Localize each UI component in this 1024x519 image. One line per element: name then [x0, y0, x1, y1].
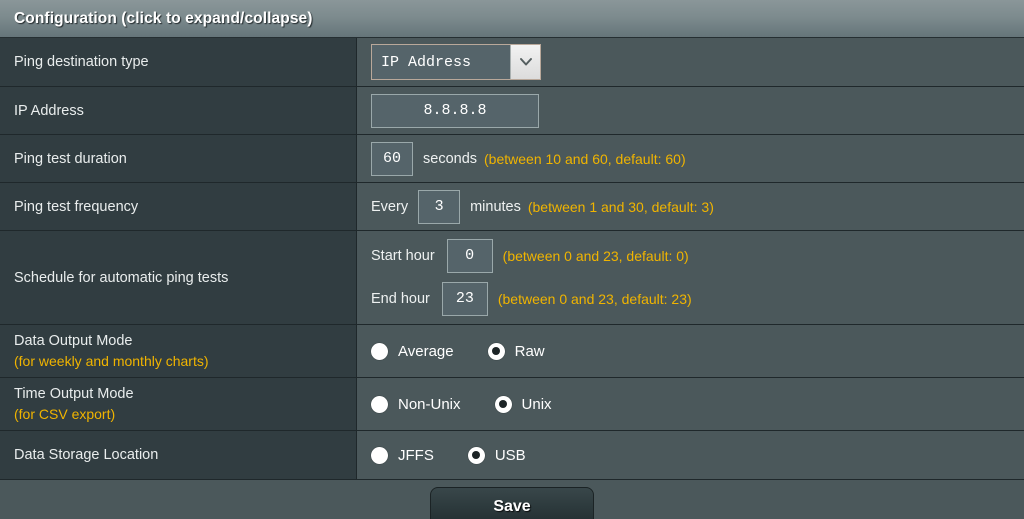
value-cell-time-output-mode: Non-Unix Unix [357, 378, 1024, 430]
data-output-mode-sublabel: (for weekly and monthly charts) [14, 353, 209, 369]
data-output-mode-label: Data Output Mode [14, 333, 133, 349]
table-row-ip-address: IP Address 8.8.8.8 [0, 87, 1024, 135]
value-cell-data-output-mode: Average Raw [357, 325, 1024, 377]
end-hour-input[interactable]: 23 [441, 282, 488, 316]
radio-icon-checked [487, 342, 505, 360]
schedule-label: Schedule for automatic ping tests [14, 269, 229, 286]
time-output-mode-sublabel: (for CSV export) [14, 406, 116, 422]
destination-type-selected-value: IP Address [381, 53, 472, 71]
label-cell-ip-address: IP Address [0, 87, 357, 134]
frequency-prefix-label: Every [371, 198, 409, 215]
table-row-duration: Ping test duration 60 seconds (between 1… [0, 135, 1024, 183]
value-cell-ip-address: 8.8.8.8 [357, 87, 1024, 134]
table-row-frequency: Ping test frequency Every 3 minutes (bet… [0, 183, 1024, 231]
label-cell-storage-location: Data Storage Location [0, 431, 357, 479]
ip-address-input[interactable]: 8.8.8.8 [371, 93, 539, 128]
panel-footer: Save [0, 480, 1024, 519]
radio-storage-jffs[interactable]: JFFS [371, 446, 434, 464]
radio-storage-usb[interactable]: USB [467, 446, 526, 464]
page-title: Configuration (click to expand/collapse) [14, 9, 313, 27]
value-cell-destination-type: IP Address [357, 38, 1024, 86]
label-cell-data-output-mode: Data Output Mode (for weekly and monthly… [0, 325, 357, 377]
destination-type-line: IP Address [371, 44, 1024, 80]
radio-icon-unchecked [371, 395, 388, 413]
duration-line: 60 seconds (between 10 and 60, default: … [371, 141, 1024, 176]
frequency-unit-label: minutes [470, 198, 521, 215]
time-output-mode-label: Time Output Mode [14, 386, 134, 402]
radio-icon-unchecked [371, 446, 388, 464]
frequency-label: Ping test frequency [14, 198, 139, 215]
label-cell-schedule: Schedule for automatic ping tests [0, 231, 357, 324]
duration-input[interactable]: 60 [371, 141, 413, 176]
radio-data-output-raw[interactable]: Raw [487, 342, 545, 360]
radio-label-jffs: JFFS [398, 446, 434, 464]
table-row-schedule: Schedule for automatic ping tests Start … [0, 231, 1024, 325]
configuration-header[interactable]: Configuration (click to expand/collapse) [0, 0, 1024, 38]
table-row-storage-location: Data Storage Location JFFS USB [0, 431, 1024, 479]
configuration-panel: Configuration (click to expand/collapse)… [0, 0, 1024, 519]
duration-unit-label: seconds [423, 150, 478, 167]
value-cell-storage-location: JFFS USB [357, 431, 1024, 479]
destination-type-select[interactable]: IP Address [371, 44, 541, 80]
radio-label-average: Average [398, 342, 454, 360]
radio-data-output-average[interactable]: Average [371, 342, 454, 360]
start-hour-label: Start hour [371, 248, 435, 264]
destination-type-label: Ping destination type [14, 54, 149, 70]
storage-location-label: Data Storage Location [14, 447, 159, 463]
ip-address-line: 8.8.8.8 [371, 93, 1024, 128]
chevron-down-icon[interactable] [510, 45, 540, 79]
save-button[interactable]: Save [430, 486, 594, 519]
value-cell-schedule: Start hour 0 (between 0 and 23, default:… [357, 231, 1024, 324]
data-output-mode-radio-group: Average Raw [371, 342, 1024, 360]
frequency-hint: (between 1 and 30, default: 3) [527, 198, 714, 215]
table-row-destination-type: Ping destination type IP Address [0, 38, 1024, 87]
value-cell-frequency: Every 3 minutes (between 1 and 30, defau… [357, 183, 1024, 230]
label-cell-destination-type: Ping destination type [0, 38, 357, 86]
label-cell-frequency: Ping test frequency [0, 183, 357, 230]
storage-location-radio-group: JFFS USB [371, 446, 1024, 464]
radio-icon-unchecked [371, 342, 388, 360]
schedule-start-line: Start hour 0 (between 0 and 23, default:… [371, 239, 1024, 273]
label-cell-time-output-mode: Time Output Mode (for CSV export) [0, 378, 357, 430]
table-row-time-output-mode: Time Output Mode (for CSV export) Non-Un… [0, 378, 1024, 431]
end-hour-hint: (between 0 and 23, default: 23) [497, 291, 692, 307]
time-output-mode-radio-group: Non-Unix Unix [371, 395, 1024, 413]
configuration-table: Ping destination type IP Address IP Addr… [0, 38, 1024, 480]
start-hour-hint: (between 0 and 23, default: 0) [502, 248, 689, 264]
radio-icon-checked [467, 446, 485, 464]
radio-time-output-unix[interactable]: Unix [494, 395, 552, 413]
table-row-data-output-mode: Data Output Mode (for weekly and monthly… [0, 325, 1024, 378]
duration-hint: (between 10 and 60, default: 60) [484, 150, 686, 167]
end-hour-label: End hour [371, 291, 430, 307]
radio-icon-checked [494, 395, 512, 413]
duration-label: Ping test duration [14, 150, 127, 167]
frequency-line: Every 3 minutes (between 1 and 30, defau… [371, 189, 1024, 224]
start-hour-input[interactable]: 0 [446, 239, 493, 273]
frequency-input[interactable]: 3 [418, 189, 461, 224]
value-cell-duration: 60 seconds (between 10 and 60, default: … [357, 135, 1024, 182]
label-cell-duration: Ping test duration [0, 135, 357, 182]
radio-label-unix: Unix [521, 395, 552, 413]
ip-address-label: IP Address [14, 102, 84, 119]
schedule-end-line: End hour 23 (between 0 and 23, default: … [371, 282, 1024, 316]
radio-label-usb: USB [494, 446, 526, 464]
radio-time-output-non-unix[interactable]: Non-Unix [371, 395, 461, 413]
radio-label-non-unix: Non-Unix [398, 395, 461, 413]
radio-label-raw: Raw [514, 342, 545, 360]
